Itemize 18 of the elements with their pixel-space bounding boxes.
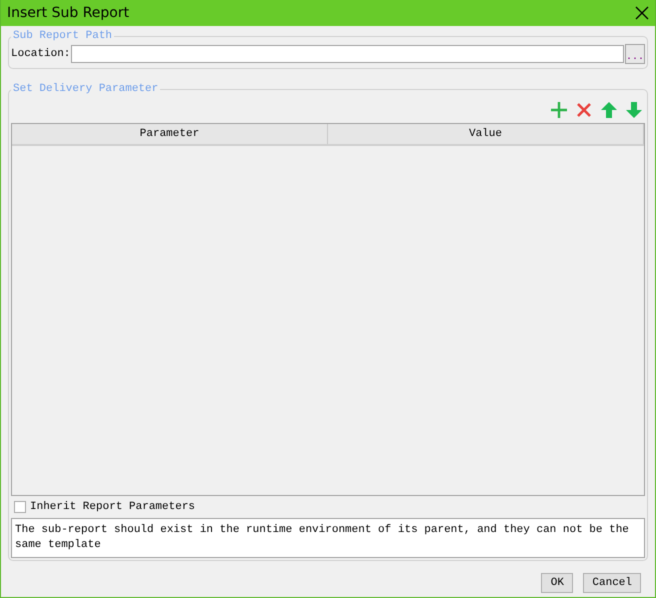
group-legend: Set Delivery Parameter xyxy=(11,83,160,95)
add-icon[interactable] xyxy=(550,101,568,119)
cancel-button[interactable]: Cancel xyxy=(583,573,641,593)
location-label: Location: xyxy=(11,48,70,60)
browse-button[interactable]: ... xyxy=(625,44,645,64)
column-header[interactable]: Value xyxy=(328,124,644,144)
inherit-checkbox[interactable] xyxy=(14,501,26,513)
group-legend: Sub Report Path xyxy=(11,30,114,42)
column-header[interactable]: Parameter xyxy=(12,124,328,144)
arrow-up-icon[interactable] xyxy=(600,101,618,119)
location-field[interactable] xyxy=(71,45,624,63)
description-text: The sub-report should exist in the runtime environment of its parent, and they can not be the same template xyxy=(11,518,645,558)
window-title: Insert Sub Report xyxy=(7,5,130,21)
arrow-down-icon[interactable] xyxy=(625,101,643,119)
ok-button[interactable]: OK xyxy=(541,573,574,593)
close-icon[interactable] xyxy=(635,6,649,20)
delete-icon[interactable] xyxy=(575,101,593,119)
checkbox-label: Inherit Report Parameters xyxy=(30,501,196,513)
